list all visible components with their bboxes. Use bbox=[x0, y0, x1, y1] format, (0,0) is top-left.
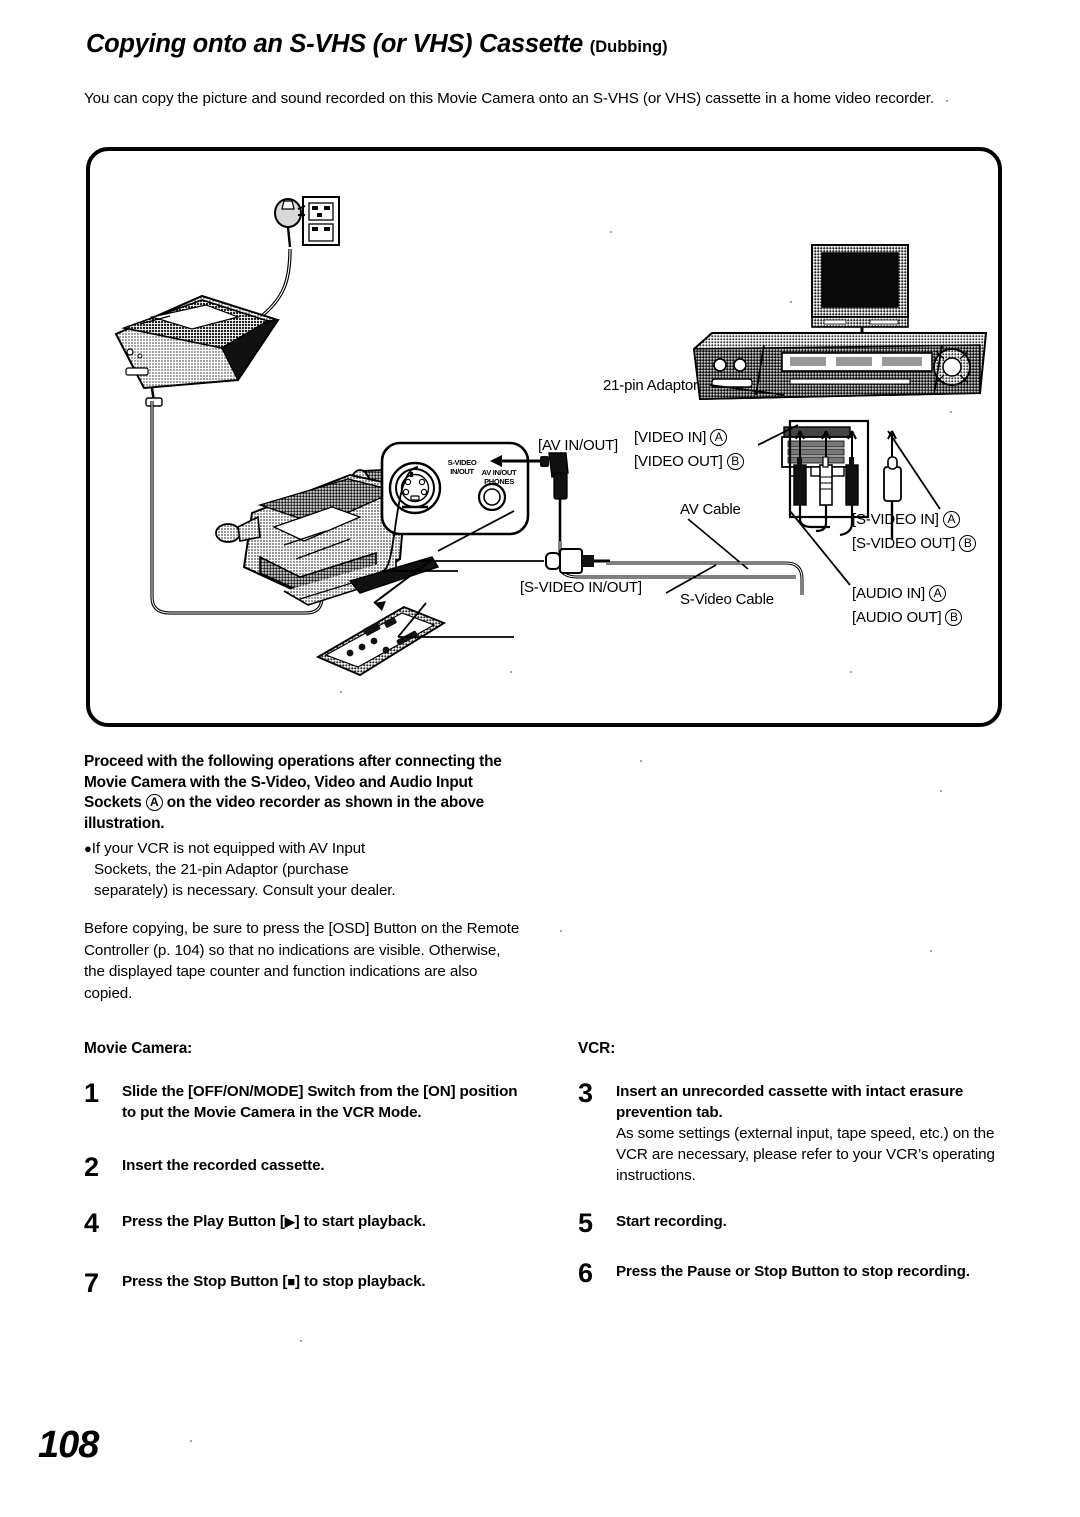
step-3: 3 Insert an unrecorded cassette with int… bbox=[578, 1078, 1028, 1186]
step-text: Insert the recorded cassette. bbox=[122, 1157, 325, 1174]
step-number: 5 bbox=[578, 1208, 594, 1238]
step-1: 1 Slide the [OFF/ON/MODE] Switch from th… bbox=[84, 1078, 524, 1123]
svideo-socket-leader bbox=[420, 560, 544, 562]
label-video-out: [VIDEO OUT] B bbox=[634, 453, 744, 470]
connection-diagram: S-VIDEO IN/OUT AV IN/OUT PHONES 21-pin A… bbox=[86, 147, 1002, 727]
page-number: 108 bbox=[38, 1424, 99, 1466]
label-svideo-out: [S-VIDEO OUT] B bbox=[852, 535, 977, 552]
svideo-plug-illustration bbox=[545, 548, 610, 574]
notice-bold-text-after: on the video recorder as shown in the ab… bbox=[84, 794, 485, 832]
play-icon: ▶ bbox=[284, 1214, 295, 1229]
av-socket-arrow bbox=[490, 455, 526, 467]
step-2: 2 Insert the recorded cassette. bbox=[84, 1152, 524, 1182]
osd-paragraph: Before copying, be sure to press the [OS… bbox=[84, 920, 520, 1002]
step-number: 6 bbox=[578, 1258, 594, 1288]
step-number: 1 bbox=[84, 1078, 100, 1108]
label-21pin-adaptor: 21-pin Adaptor bbox=[603, 377, 698, 394]
step-7: 7 Press the Stop Button [■] to stop play… bbox=[84, 1268, 524, 1298]
step-text: Slide the [OFF/ON/MODE] Switch from the … bbox=[122, 1083, 518, 1121]
tv-monitor-illustration bbox=[811, 244, 909, 328]
column-heading-vcr: VCR: bbox=[578, 1040, 616, 1057]
step-text-post: ] to start playback. bbox=[294, 1213, 426, 1230]
leader-21pin bbox=[710, 384, 785, 396]
callout-leader-lines bbox=[373, 466, 515, 638]
bullet-dot-icon: ● bbox=[84, 841, 92, 856]
manual-page: Copying onto an S-VHS (or VHS) Cassette … bbox=[0, 0, 1080, 1517]
notice-bullet: ●If your VCR is not equipped with AV Inp… bbox=[84, 838, 514, 901]
mark-b-icon: B bbox=[959, 535, 977, 552]
page-title-main: Copying onto an S-VHS (or VHS) Cassette bbox=[86, 30, 583, 58]
bullet-line-2: Sockets, the 21-pin Adaptor (purchase bbox=[94, 861, 349, 878]
mark-a-icon: A bbox=[710, 429, 728, 446]
step-number: 3 bbox=[578, 1078, 594, 1108]
bullet-line-3: separately) is necessary. Consult your d… bbox=[94, 882, 396, 899]
mark-a-icon: A bbox=[928, 585, 946, 602]
page-title-suffix: (Dubbing) bbox=[589, 38, 668, 56]
step-subtext: As some settings (external input, tape s… bbox=[616, 1125, 995, 1184]
column-heading-movie-camera: Movie Camera: bbox=[84, 1040, 193, 1057]
label-video-in: [VIDEO IN] A bbox=[634, 429, 728, 446]
leader-svideo bbox=[887, 430, 941, 510]
notice-bold: Proceed with the following operations af… bbox=[84, 752, 514, 834]
step-number: 2 bbox=[84, 1152, 100, 1182]
step-6: 6 Press the Pause or Stop Button to stop… bbox=[578, 1258, 1028, 1288]
mark-b-icon: B bbox=[945, 609, 963, 626]
step-text: Insert an unrecorded cassette with intac… bbox=[616, 1083, 964, 1121]
mark-a-icon: A bbox=[145, 794, 163, 811]
label-av-cable: AV Cable bbox=[680, 501, 741, 518]
intro-paragraph: You can copy the picture and sound recor… bbox=[84, 90, 935, 107]
label-audio-in: [AUDIO IN] A bbox=[852, 585, 946, 602]
step-5: 5 Start recording. bbox=[578, 1208, 1028, 1238]
step-text: Press the Stop Button [■] to stop playba… bbox=[122, 1272, 524, 1293]
step-text-post: ] to stop playback. bbox=[295, 1273, 426, 1290]
av-plug-illustration bbox=[524, 452, 569, 543]
step-number: 4 bbox=[84, 1208, 100, 1238]
step-text: Press the Play Button [▶] to start playb… bbox=[122, 1212, 524, 1233]
step-text: Press the Pause or Stop Button to stop r… bbox=[616, 1263, 970, 1280]
leader-svideo-cable bbox=[665, 564, 717, 594]
mark-b-icon: B bbox=[726, 453, 744, 470]
leader-video-in bbox=[758, 424, 799, 446]
step-text-pre: Press the Play Button [ bbox=[122, 1213, 285, 1230]
step-4: 4 Press the Play Button [▶] to start pla… bbox=[84, 1208, 524, 1238]
step-text: Start recording. bbox=[616, 1213, 727, 1230]
bullet-line-1: If your VCR is not equipped with AV Inpu… bbox=[91, 840, 366, 857]
stop-icon: ■ bbox=[287, 1274, 296, 1289]
step-number: 7 bbox=[84, 1268, 100, 1298]
label-audio-out: [AUDIO OUT] B bbox=[852, 609, 963, 626]
ac-adaptor-illustration bbox=[114, 294, 280, 407]
step-text-pre: Press the Stop Button [ bbox=[122, 1273, 288, 1290]
page-title: Copying onto an S-VHS (or VHS) Cassette … bbox=[86, 30, 986, 59]
